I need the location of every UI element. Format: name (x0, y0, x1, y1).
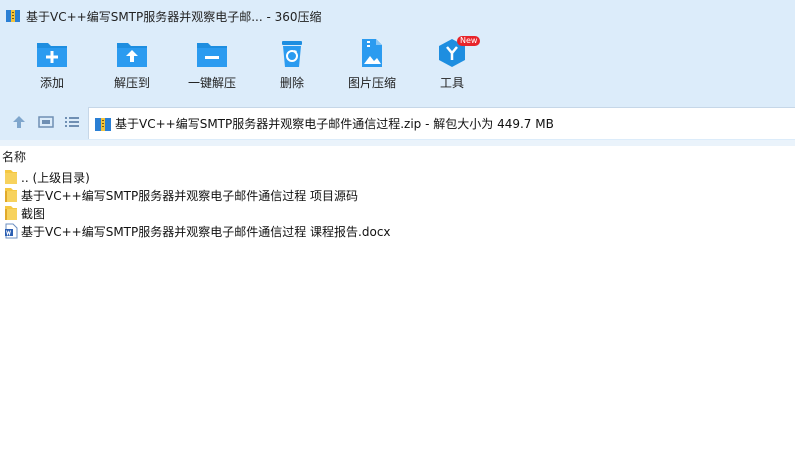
one-click-extract-button[interactable]: 一键解压 (177, 38, 247, 91)
column-header-name[interactable]: 名称 (2, 148, 26, 165)
up-arrow-icon[interactable] (11, 114, 27, 130)
delete-icon (282, 41, 302, 67)
tools-button[interactable]: New 工具 (417, 36, 487, 91)
column-header-band (0, 140, 795, 146)
tools-label: 工具 (439, 76, 464, 90)
toolbar: 添加 解压到 一键解压 删除 图片压缩 New 工具 (0, 32, 795, 104)
add-button[interactable]: 添加 (17, 38, 87, 91)
image-compress-icon (362, 39, 382, 67)
file-name: 基于VC++编写SMTP服务器并观察电子邮件通信过程 项目源码 (21, 188, 359, 203)
zip-archive-icon (6, 10, 20, 22)
extract-to-button[interactable]: 解压到 (97, 38, 167, 91)
delete-button[interactable]: 删除 (257, 38, 327, 91)
new-badge: New (457, 36, 481, 46)
list-item[interactable]: .. (上级目录) (0, 168, 795, 186)
add-icon (37, 43, 67, 67)
one-click-extract-icon (197, 43, 227, 67)
extract-to-label: 解压到 (113, 76, 150, 90)
folder-icon (5, 206, 17, 220)
delete-label: 删除 (279, 76, 304, 90)
one-click-extract-label: 一键解压 (187, 76, 236, 90)
window-title: 基于VC++编写SMTP服务器并观察电子邮... - 360压缩 (26, 9, 322, 24)
zip-archive-icon (95, 117, 111, 131)
word-document-icon (5, 223, 18, 239)
file-name: 截图 (21, 206, 46, 221)
list-item[interactable]: 基于VC++编写SMTP服务器并观察电子邮件通信过程 项目源码 (0, 186, 795, 204)
image-compress-button[interactable]: 图片压缩 (337, 38, 407, 91)
folder-icon (5, 170, 17, 184)
folder-icon (5, 188, 17, 202)
address-text: 基于VC++编写SMTP服务器并观察电子邮件通信过程.zip - 解包大小为 4… (115, 117, 554, 131)
file-name: 基于VC++编写SMTP服务器并观察电子邮件通信过程 课程报告.docx (21, 224, 391, 239)
add-label: 添加 (39, 76, 64, 90)
file-name: .. (上级目录) (21, 170, 90, 185)
title-bar: 基于VC++编写SMTP服务器并观察电子邮... - 360压缩 (0, 0, 795, 32)
address-row: 基于VC++编写SMTP服务器并观察电子邮件通信过程.zip - 解包大小为 4… (0, 104, 795, 140)
list-item[interactable]: 基于VC++编写SMTP服务器并观察电子邮件通信过程 课程报告.docx (0, 222, 795, 240)
image-compress-label: 图片压缩 (347, 76, 396, 90)
list-view-icon[interactable] (64, 114, 80, 130)
address-bar[interactable]: 基于VC++编写SMTP服务器并观察电子邮件通信过程.zip - 解包大小为 4… (88, 107, 795, 139)
file-list: .. (上级目录) 基于VC++编写SMTP服务器并观察电子邮件通信过程 项目源… (0, 168, 795, 240)
thumbnail-view-icon[interactable] (38, 114, 54, 130)
list-item[interactable]: 截图 (0, 204, 795, 222)
extract-to-icon (117, 43, 147, 67)
